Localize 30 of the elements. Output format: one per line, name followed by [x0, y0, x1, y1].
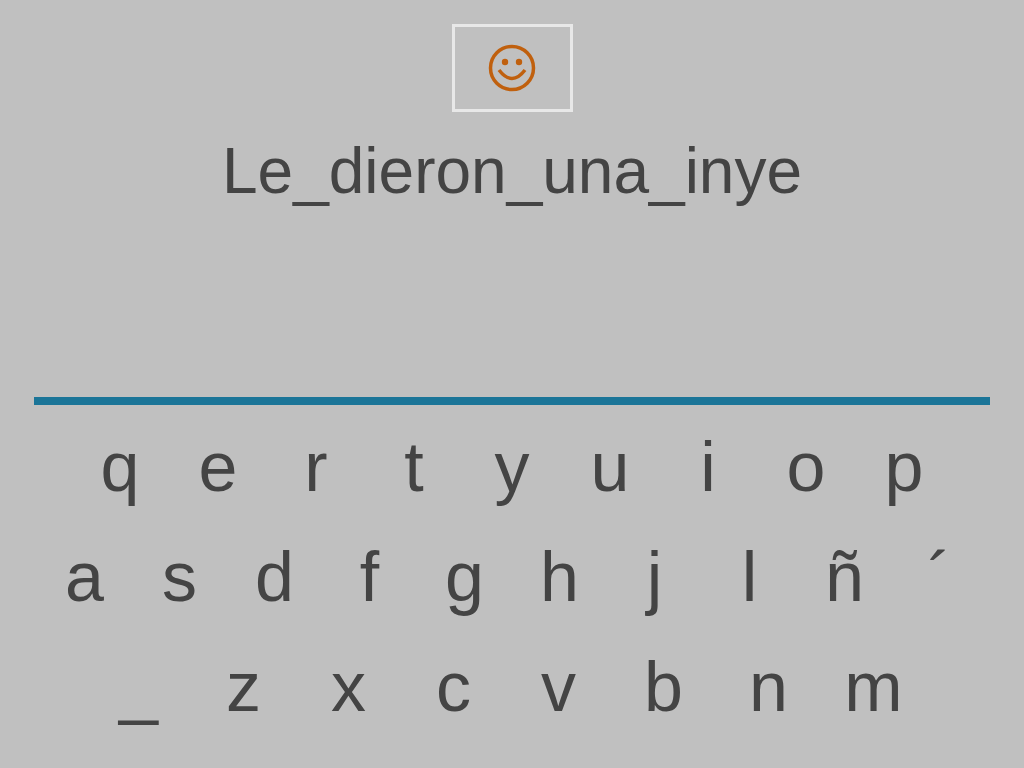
letter-key[interactable]: a — [37, 533, 132, 621]
letter-key[interactable]: h — [512, 533, 607, 621]
letter-key[interactable]: v — [506, 643, 611, 731]
letter-key[interactable]: _ — [86, 643, 191, 731]
letter-key[interactable]: r — [267, 423, 365, 511]
phrase-text: Le_dieron_una_inye — [221, 134, 803, 208]
letter-key[interactable]: l — [702, 533, 797, 621]
smiley-icon — [487, 43, 537, 93]
letter-key[interactable]: p — [855, 423, 953, 511]
letter-key[interactable]: b — [611, 643, 716, 731]
letter-key[interactable]: g — [417, 533, 512, 621]
letter-key[interactable]: t — [365, 423, 463, 511]
letter-key[interactable]: u — [561, 423, 659, 511]
letter-key[interactable]: d — [227, 533, 322, 621]
letter-key[interactable]: ñ — [797, 533, 892, 621]
letter-key[interactable]: m — [821, 643, 926, 731]
letter-key[interactable]: o — [757, 423, 855, 511]
letter-key[interactable]: f — [322, 533, 417, 621]
letter-key[interactable]: q — [71, 423, 169, 511]
letter-key[interactable]: s — [132, 533, 227, 621]
hint-button[interactable] — [451, 24, 573, 112]
letter-key[interactable]: c — [401, 643, 506, 731]
letter-key[interactable]: ´ — [892, 533, 987, 621]
letter-key[interactable]: j — [607, 533, 702, 621]
letter-key[interactable]: i — [659, 423, 757, 511]
letter-key[interactable]: y — [463, 423, 561, 511]
letter-key[interactable]: x — [296, 643, 401, 731]
letter-key[interactable]: n — [716, 643, 821, 731]
letter-key[interactable]: z — [191, 643, 296, 731]
letter-key[interactable]: e — [169, 423, 267, 511]
